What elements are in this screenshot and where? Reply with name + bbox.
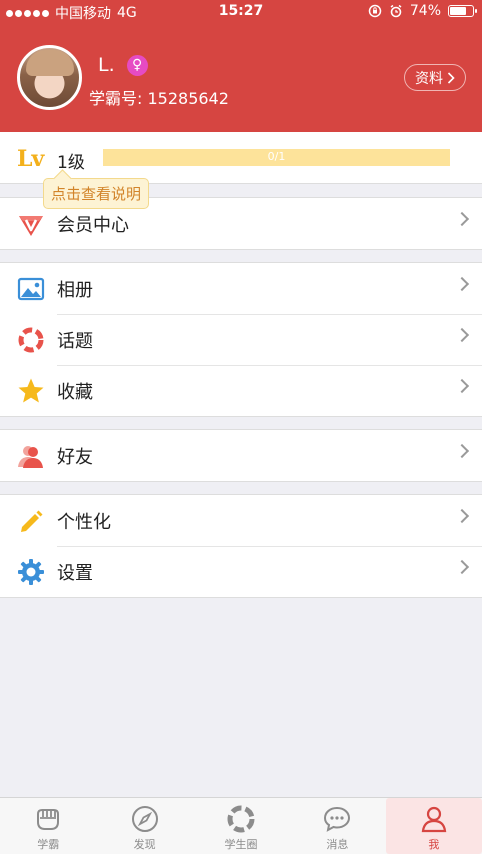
level-row[interactable]: Lv 1级 0/1 — [0, 132, 482, 184]
menu-item-friends[interactable]: 好友 — [0, 430, 482, 481]
user-name: L. — [98, 54, 115, 76]
chevron-right-icon — [454, 327, 470, 343]
menu-label-settings: 设置 — [57, 563, 93, 584]
female-gender-icon: ♀ — [126, 54, 148, 76]
avatar[interactable] — [17, 45, 82, 110]
battery-icon — [448, 5, 477, 17]
menu-item-favorites[interactable]: 收藏 — [0, 365, 482, 416]
tab-me[interactable]: 我 — [385, 798, 482, 854]
chevron-right-icon — [454, 559, 470, 575]
tab-xueba[interactable]: 学霸 — [0, 798, 96, 854]
status-bar: 中国移动 4G 15:27 74% — [0, 0, 482, 24]
vip-diamond-icon — [19, 216, 43, 236]
tab-label-xueba: 学霸 — [37, 838, 60, 851]
compass-icon — [131, 806, 158, 832]
alarm-icon — [390, 4, 402, 18]
menu-label-topics: 话题 — [57, 331, 93, 352]
profile-header: 中国移动 4G 15:27 74% L. ♀ 学霸号: 15285642 资料 — [0, 0, 482, 132]
menu-item-album[interactable]: 相册 — [0, 263, 482, 314]
menu-label-favorites: 收藏 — [57, 382, 93, 403]
photo-album-icon — [17, 277, 45, 301]
chat-bubble-icon — [324, 806, 351, 832]
level-help-tooltip[interactable]: 点击查看说明 — [43, 178, 150, 209]
menu-item-topics[interactable]: 话题 — [0, 314, 482, 365]
level-progress-bar: 0/1 — [103, 149, 450, 166]
menu-label-personalize: 个性化 — [57, 512, 111, 533]
user-icon — [421, 806, 447, 833]
battery-percent: 74% — [409, 3, 441, 19]
rotation-lock-icon — [368, 4, 382, 18]
friends-group: 好友 — [0, 429, 482, 482]
bottom-tab-bar: 学霸 发现 学生圈 消息 我 — [0, 797, 482, 854]
gear-icon — [18, 559, 44, 585]
tab-label-me: 我 — [428, 838, 440, 851]
tab-student-circle[interactable]: 学生圈 — [193, 798, 289, 854]
menu-label-vip: 会员中心 — [57, 215, 129, 236]
tab-label-student-circle: 学生圈 — [224, 838, 258, 851]
menu-item-personalize[interactable]: 个性化 — [0, 495, 482, 546]
chevron-right-icon — [454, 443, 470, 459]
tab-messages[interactable]: 消息 — [289, 798, 385, 854]
content-group: 相册 话题 收藏 — [0, 262, 482, 417]
friends-icon — [18, 446, 43, 468]
level-icon: Lv — [17, 146, 44, 172]
fist-icon — [37, 809, 60, 830]
chevron-right-icon — [454, 378, 470, 394]
profile-info-label: 资料 — [415, 70, 443, 87]
chevron-right-icon — [454, 276, 470, 292]
tab-label-messages: 消息 — [326, 838, 349, 851]
menu-label-album: 相册 — [57, 280, 93, 301]
tab-label-discover: 发现 — [133, 838, 156, 851]
level-progress-text: 0/1 — [267, 150, 286, 163]
user-id: 学霸号: 15285642 — [89, 89, 229, 108]
menu-label-friends: 好友 — [57, 447, 93, 468]
pencil-icon — [21, 510, 43, 532]
chevron-right-icon — [454, 508, 470, 524]
preferences-group: 个性化 设置 — [0, 494, 482, 598]
star-icon — [18, 378, 44, 403]
shutter-icon — [227, 805, 255, 833]
menu-item-settings[interactable]: 设置 — [0, 546, 482, 597]
tab-discover[interactable]: 发现 — [96, 798, 192, 854]
chevron-right-icon — [454, 211, 470, 227]
topics-ring-icon — [18, 327, 44, 353]
profile-info-button[interactable]: 资料 — [404, 64, 466, 91]
chevron-right-icon — [447, 71, 455, 84]
